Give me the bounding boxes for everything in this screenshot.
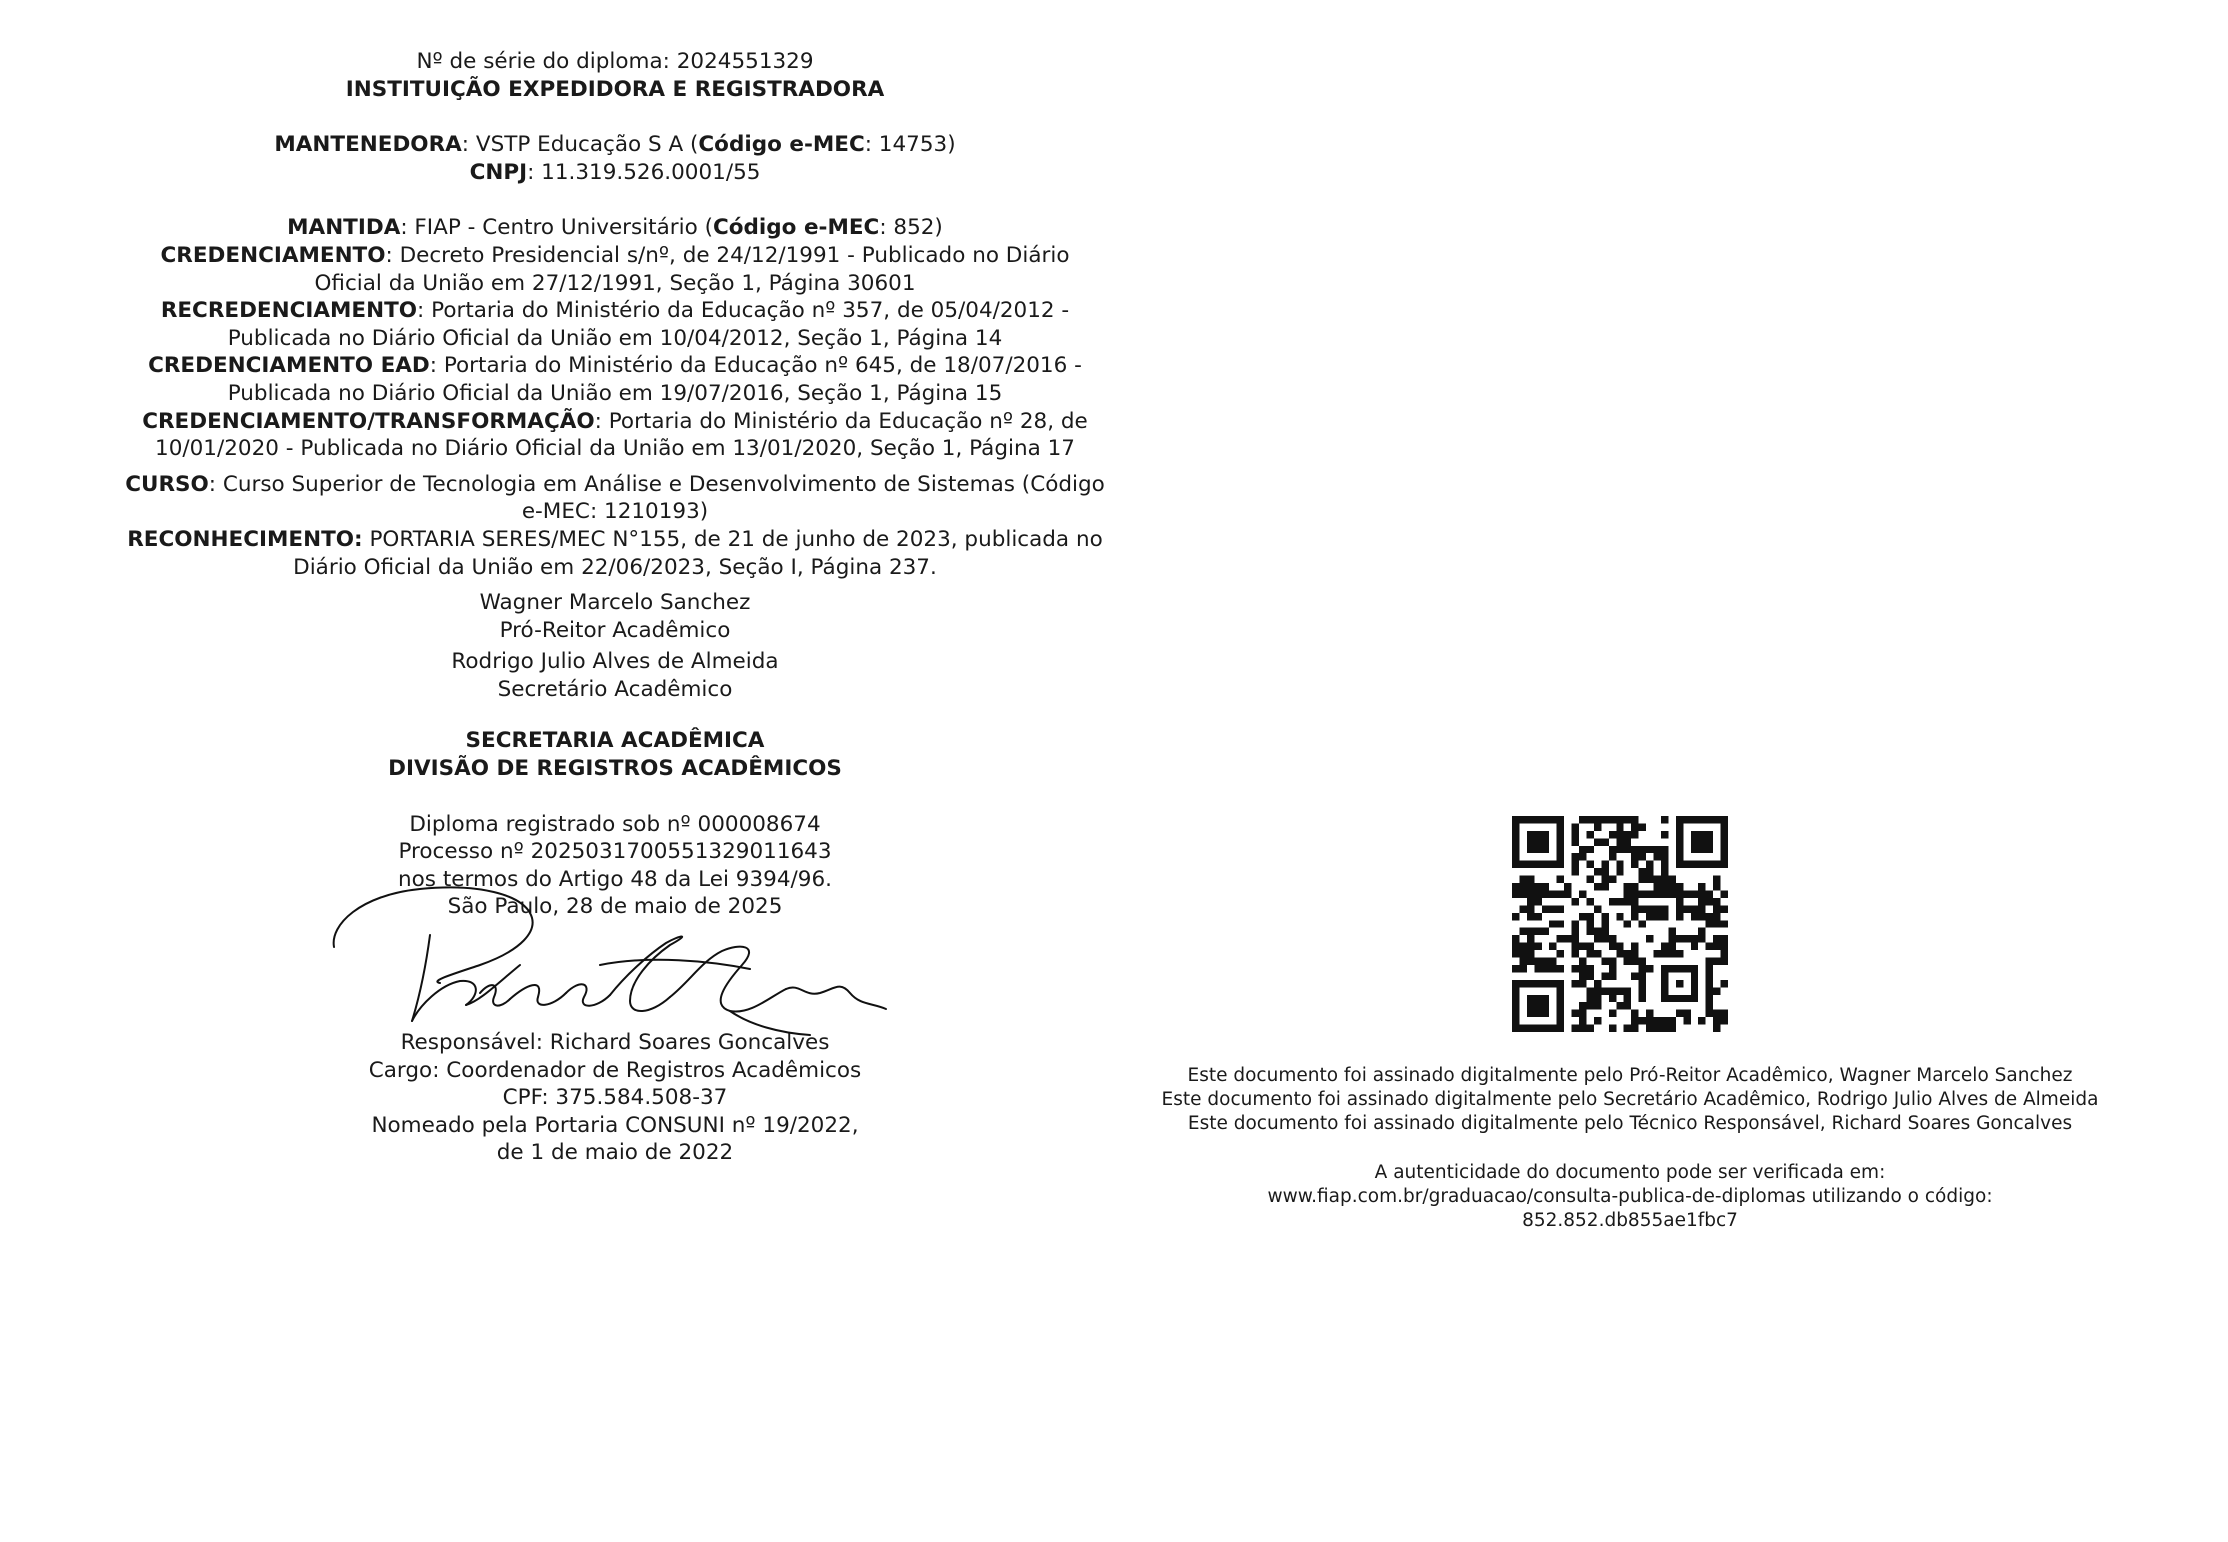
verification-intro: A autenticidade do documento pode ser ve… [1374, 1161, 1886, 1183]
credenciamento-text1: : Decreto Presidencial s/nº, de 24/12/19… [385, 242, 1070, 268]
cnpj-label: CNPJ [469, 159, 528, 185]
signatory-name: Rodrigo Julio Alves de Almeida [451, 649, 779, 675]
credenciamento-label: CREDENCIAMENTO [160, 242, 386, 268]
digital-signature-line: Este documento foi assinado digitalmente… [1187, 1113, 2073, 1135]
transformacao-line2: 10/01/2020 - Publicada no Diário Oficial… [155, 436, 1075, 462]
diploma-serial: Nº de série do diploma: 2024551329 [416, 49, 814, 74]
registro-line: Diploma registrado sob nº 000008674 [409, 811, 821, 837]
mantenedora-text-a: : VSTP Educação S A ( [461, 132, 699, 158]
reconhecimento-label: RECONHECIMENTO: [127, 526, 363, 552]
signatory-name: Wagner Marcelo Sanchez [479, 590, 751, 616]
signatory-role: Pró-Reitor Acadêmico [499, 617, 731, 643]
cpf-line: CPF: 375.584.508-37 [502, 1085, 728, 1111]
portaria-line: Nomeado pela Portaria CONSUNI nº 19/2022… [371, 1112, 859, 1138]
cnpj-text: : 11.319.526.0001/55 [527, 159, 761, 185]
credenciamento-line1: CREDENCIAMENTO: Decreto Presidencial s/n… [120, 242, 1110, 270]
recredenciamento-line2: Publicada no Diário Oficial da União em … [227, 325, 1003, 351]
mantida-label: MANTIDA [287, 215, 401, 241]
credenciamento-ead-line2: Publicada no Diário Oficial da União em … [227, 380, 1003, 406]
verification-code: 852.852.db855ae1fbc7 [1522, 1210, 1738, 1232]
processo-line: Processo nº 20250317005513290116​43 [398, 839, 832, 865]
verification-url[interactable]: www.fiap.com.br/graduacao/consulta-publi… [1110, 1185, 2150, 1209]
curso-line1: CURSO: Curso Superior de Tecnologia em A… [120, 471, 1110, 499]
recredenciamento-label: RECREDENCIAMENTO [160, 298, 418, 324]
mantenedora-text-b: : 14753) [864, 132, 956, 158]
diploma-registration-column: Nº de série do diploma: 2024551329 INSTI… [120, 48, 1110, 1167]
digital-signature-line: Este documento foi assinado digitalmente… [1187, 1065, 2073, 1086]
cargo-line: Cargo: Coordenador de Registros Acadêmic… [368, 1057, 862, 1083]
credenciamento-ead-text1: : Portaria do Ministério da Educação nº … [429, 353, 1082, 379]
mantida-text-a: : FIAP - Centro Universitário ( [400, 215, 713, 241]
secretaria-title: SECRETARIA ACADÊMICA [465, 728, 765, 754]
curso-text1: : Curso Superior de Tecnologia em Anális… [208, 471, 1105, 497]
recredenciamento-text1: : Portaria do Ministério da Educação nº … [417, 298, 1070, 324]
recredenciamento-line1: RECREDENCIAMENTO: Portaria do Ministério… [120, 297, 1110, 325]
reconhecimento-line2: Diário Oficial da União em 22/06/2023, S… [293, 554, 937, 580]
cnpj-line: CNPJ: 11.319.526.0001/55 [120, 159, 1110, 187]
mantida-code-label: Código e-MEC [712, 215, 880, 241]
divisao-title: DIVISÃO DE REGISTROS ACADÊMICOS [388, 756, 842, 782]
curso-label: CURSO [125, 471, 209, 497]
mantida-text-b: : 852) [879, 215, 943, 241]
reconhecimento-text1: PORTARIA SERES/MEC N°155, de 21 de junho… [362, 526, 1103, 552]
mantenedora-code-label: Código e-MEC [698, 132, 865, 158]
credenciamento-ead-label: CREDENCIAMENTO EAD [148, 353, 430, 379]
curso-line2: e-MEC: 1210193) [521, 499, 709, 525]
mantenedora-label: MANTENEDORA [274, 132, 462, 158]
credenciamento-ead-line1: CREDENCIAMENTO EAD: Portaria do Ministér… [120, 352, 1110, 380]
signatory-role: Secretário Acadêmico [497, 676, 733, 702]
handwritten-signature [332, 886, 887, 1037]
portaria-date-line: de 1 de maio de 2022 [496, 1140, 734, 1166]
digital-signature-line: Este documento foi assinado digitalmente… [1161, 1089, 2099, 1111]
mantenedora-line: MANTENEDORA: VSTP Educação S A (Código e… [120, 131, 1110, 159]
signature-area [120, 886, 1110, 1041]
transformacao-label: CREDENCIAMENTO/TRANSFORMAÇÃO [142, 408, 595, 434]
transformacao-line1: CREDENCIAMENTO/TRANSFORMAÇÃO: Portaria d… [120, 408, 1110, 436]
transformacao-text1: : Portaria do Ministério da Educação nº … [594, 408, 1088, 434]
credenciamento-line2: Oficial da União em 27/12/1991, Seção 1,… [314, 270, 916, 296]
mantida-line: MANTIDA: FIAP - Centro Universitário (Có… [120, 214, 1110, 242]
institution-title: INSTITUIÇÃO EXPEDIDORA E REGISTRADORA [345, 76, 885, 102]
digital-signature-column: Este documento foi assinado digitalmente… [1110, 815, 2150, 1233]
reconhecimento-line1: RECONHECIMENTO: PORTARIA SERES/MEC N°155… [120, 526, 1110, 554]
